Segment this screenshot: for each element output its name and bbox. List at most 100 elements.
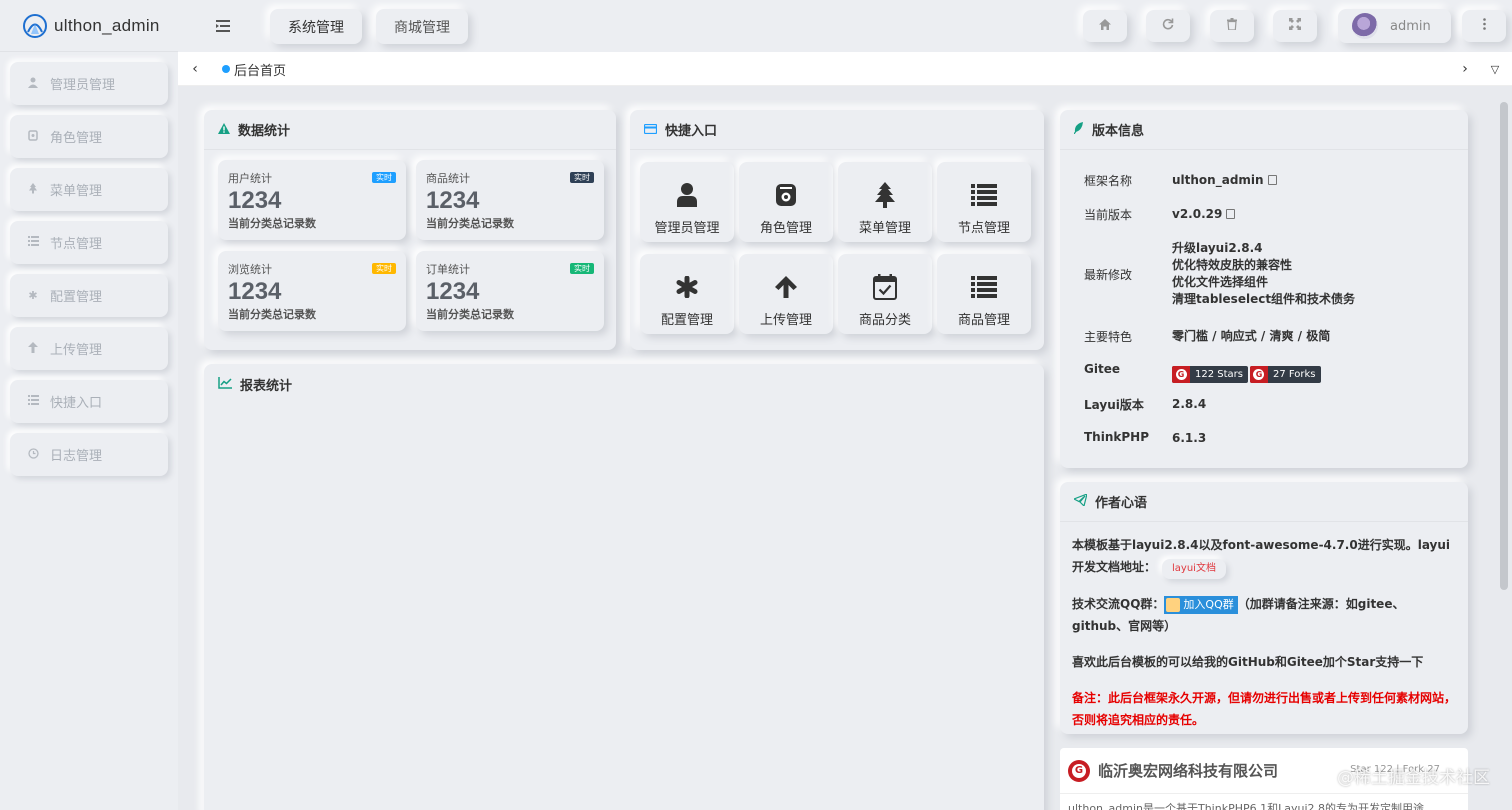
join-qq-button[interactable]: 加入QQ群 <box>1164 595 1238 614</box>
quick-category[interactable]: 商品分类 <box>838 254 932 334</box>
line-chart-icon <box>218 376 232 392</box>
report-title: 报表统计 <box>204 364 1044 404</box>
author-text: 本模板基于layui2.8.4以及font-awesome-4.7.0进行实现。… <box>1072 538 1451 574</box>
author-panel: 作者心语 本模板基于layui2.8.4以及font-awesome-4.7.0… <box>1060 482 1468 734</box>
stat-card-orders[interactable]: 订单统计 实时 1234 当前分类总记录数 <box>416 251 604 331</box>
sidebar-item-quick[interactable]: 快捷入口 <box>10 380 168 423</box>
chevron-left-icon: ‹ <box>192 61 198 77</box>
gitee-stars-badge[interactable]: G 122 Stars <box>1172 366 1248 383</box>
role-icon <box>26 129 40 144</box>
scrollbar-thumb[interactable] <box>1500 102 1508 590</box>
more-button[interactable] <box>1462 10 1506 42</box>
chevron-right-icon: › <box>1462 61 1468 77</box>
tree-icon <box>838 180 932 210</box>
gitee-forks-badge[interactable]: G 27 Forks <box>1249 366 1321 383</box>
fullscreen-button[interactable] <box>1273 10 1317 42</box>
copy-icon[interactable] <box>1267 175 1277 185</box>
refresh-icon <box>1162 18 1174 34</box>
menu-toggle-button[interactable] <box>208 12 238 40</box>
stat-desc: 当前分类总记录数 <box>228 308 316 321</box>
stat-name: 商品统计 <box>426 172 470 185</box>
sidebar-item-label: 上传管理 <box>50 343 103 358</box>
quick-entry-panel: 快捷入口 管理员管理 角色管理 菜单管理 节点管理 配置管理 上传管理 商品分类… <box>630 110 1044 350</box>
quick-title-text: 快捷入口 <box>665 124 718 139</box>
status-badge: 实时 <box>570 263 594 274</box>
quick-label: 节点管理 <box>957 221 1010 236</box>
row-value: 6.1.3 <box>1172 431 1207 445</box>
sidebar-item-label: 角色管理 <box>50 131 103 146</box>
row-label: ThinkPHP <box>1084 430 1149 444</box>
qq-icon <box>1166 597 1181 612</box>
tab-home-label: 后台首页 <box>234 63 287 79</box>
author-paragraph: 技术交流QQ群： 加入QQ群 （加群请备注来源：如gitee、github、官网等） <box>1072 593 1456 637</box>
author-text: 技术交流QQ群： <box>1072 597 1165 611</box>
avatar <box>1352 13 1378 39</box>
sidebar-item-upload[interactable]: 上传管理 <box>10 327 168 370</box>
stat-value: 1234 <box>228 278 282 305</box>
report-title-text: 报表统计 <box>240 378 293 394</box>
stats-title-text: 数据统计 <box>238 124 291 139</box>
calendar-check-icon <box>838 272 932 302</box>
clear-cache-button[interactable] <box>1210 10 1254 42</box>
status-badge: 实时 <box>570 172 594 183</box>
tabs-prev-button[interactable]: ‹ <box>180 52 210 86</box>
stat-value: 1234 <box>228 187 282 214</box>
tree-icon <box>26 182 40 197</box>
stat-value: 1234 <box>426 278 480 305</box>
stat-value: 1234 <box>426 187 480 214</box>
stat-card-views[interactable]: 浏览统计 实时 1234 当前分类总记录数 <box>218 251 406 331</box>
quick-menu[interactable]: 菜单管理 <box>838 162 932 242</box>
sidebar-item-admin[interactable]: 管理员管理 <box>10 62 168 105</box>
quick-upload[interactable]: 上传管理 <box>739 254 833 334</box>
gitee-icon: G <box>1172 366 1190 383</box>
tabs-next-button[interactable]: › <box>1450 52 1480 86</box>
version-title-text: 版本信息 <box>1092 124 1145 139</box>
paper-plane-icon <box>1072 493 1088 509</box>
sidebar-item-config[interactable]: ✱ 配置管理 <box>10 274 168 317</box>
sidebar-item-label: 菜单管理 <box>50 184 103 199</box>
row-value: G 122 Stars G 27 Forks <box>1172 365 1462 383</box>
tabs-dropdown-button[interactable]: ▽ <box>1480 52 1510 86</box>
tab-home[interactable]: 后台首页 <box>222 52 286 86</box>
sidebar-item-role[interactable]: 角色管理 <box>10 115 168 158</box>
quick-node[interactable]: 节点管理 <box>937 162 1031 242</box>
stat-desc: 当前分类总记录数 <box>426 217 514 230</box>
home-button[interactable] <box>1083 10 1127 42</box>
sidebar-item-log[interactable]: 日志管理 <box>10 433 168 476</box>
author-body: 本模板基于layui2.8.4以及font-awesome-4.7.0进行实现。… <box>1060 522 1468 731</box>
sidebar-item-label: 日志管理 <box>50 449 103 464</box>
author-paragraph: 本模板基于layui2.8.4以及font-awesome-4.7.0进行实现。… <box>1072 534 1456 579</box>
asterisk-icon <box>640 272 734 302</box>
refresh-button[interactable] <box>1146 10 1190 42</box>
report-panel: 报表统计 <box>204 364 1044 810</box>
stat-desc: 当前分类总记录数 <box>228 217 316 230</box>
quick-admin[interactable]: 管理员管理 <box>640 162 734 242</box>
quick-label: 管理员管理 <box>654 221 720 236</box>
quick-role[interactable]: 角色管理 <box>739 162 833 242</box>
quick-config[interactable]: 配置管理 <box>640 254 734 334</box>
layui-doc-link[interactable]: layui文档 <box>1162 559 1226 579</box>
user-menu[interactable]: admin <box>1338 9 1451 43</box>
stat-name: 浏览统计 <box>228 263 272 276</box>
stat-name: 订单统计 <box>426 263 470 276</box>
framework-name: ulthon_admin <box>1172 173 1264 187</box>
sidebar-item-label: 快捷入口 <box>50 396 103 411</box>
watermark: @稀土掘金技术社区 <box>1337 768 1490 788</box>
author-paragraph: 喜欢此后台模板的可以给我的GitHub和Gitee加个Star支持一下 <box>1072 655 1424 669</box>
logo[interactable]: ulthon_admin <box>0 0 178 52</box>
tab-shop[interactable]: 商城管理 <box>376 9 468 44</box>
stats-title: 数据统计 <box>204 110 616 150</box>
tab-system[interactable]: 系统管理 <box>270 9 362 44</box>
scrollbar[interactable] <box>1498 90 1510 810</box>
stat-card-users[interactable]: 用户统计 实时 1234 当前分类总记录数 <box>218 160 406 240</box>
sidebar-item-node[interactable]: 节点管理 <box>10 221 168 264</box>
gitee-icon: G <box>1068 759 1090 782</box>
sidebar-item-menu[interactable]: 菜单管理 <box>10 168 168 211</box>
row-value: 2.8.4 <box>1172 397 1207 411</box>
copy-icon[interactable] <box>1226 209 1236 219</box>
quick-goods[interactable]: 商品管理 <box>937 254 1031 334</box>
company-desc: ulthon_admin是一个基于ThinkPHP6.1和Layui2.8的专为… <box>1068 802 1425 810</box>
stat-card-products[interactable]: 商品统计 实时 1234 当前分类总记录数 <box>416 160 604 240</box>
credit-card-icon <box>643 123 658 137</box>
quick-label: 菜单管理 <box>858 221 911 236</box>
